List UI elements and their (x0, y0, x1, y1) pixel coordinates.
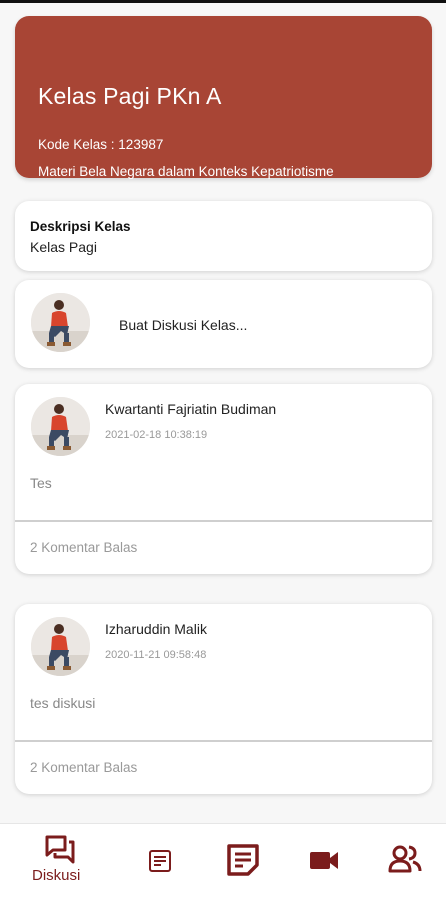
class-subject: Materi Bela Negara dalam Konteks Kepatri… (38, 164, 334, 179)
avatar (31, 397, 90, 456)
forum-icon (45, 835, 75, 864)
post-body: tes diskusi (30, 695, 96, 711)
nav-tab-assignments[interactable] (140, 824, 184, 900)
nav-tab-video[interactable] (304, 824, 348, 900)
nav-tab-notes[interactable] (222, 824, 266, 900)
assignment-icon (149, 850, 171, 872)
user-avatar-icon (31, 617, 90, 676)
post-date: 2020-11-21 09:58:48 (105, 649, 207, 661)
create-discussion-button[interactable]: Buat Diskusi Kelas... (15, 280, 432, 368)
class-code: Kode Kelas : 123987 (38, 137, 164, 152)
nav-tab-members[interactable] (384, 824, 434, 900)
nav-tab-discussion[interactable]: Diskusi (22, 824, 102, 900)
video-icon (310, 852, 338, 869)
user-avatar-icon (31, 293, 90, 352)
divider (15, 740, 432, 742)
notes-icon (227, 844, 259, 876)
class-description-card: Deskripsi Kelas Kelas Pagi (15, 201, 432, 271)
discussion-post[interactable]: Izharuddin Malik 2020-11-21 09:58:48 tes… (15, 604, 432, 794)
people-icon (388, 845, 422, 873)
post-date: 2021-02-18 10:38:19 (105, 429, 208, 441)
class-header-card: Kelas Pagi PKn A Kode Kelas : 123987 Mat… (15, 16, 432, 179)
bottom-navigation: Diskusi (0, 823, 446, 900)
avatar (31, 293, 90, 352)
user-avatar-icon (31, 397, 90, 456)
class-title: Kelas Pagi PKn A (38, 83, 222, 109)
post-body: Tes (30, 475, 52, 491)
divider (15, 520, 432, 522)
discussion-post[interactable]: Kwartanti Fajriatin Budiman 2021-02-18 1… (15, 384, 432, 574)
avatar (31, 617, 90, 676)
post-author: Izharuddin Malik (105, 621, 207, 637)
post-author: Kwartanti Fajriatin Budiman (105, 401, 277, 417)
reply-comments-link[interactable]: 2 Komentar Balas (30, 760, 137, 775)
description-title: Deskripsi Kelas (30, 219, 131, 234)
create-discussion-label: Buat Diskusi Kelas... (119, 317, 248, 333)
status-bar-edge (0, 0, 446, 3)
description-value: Kelas Pagi (30, 239, 97, 255)
reply-comments-link[interactable]: 2 Komentar Balas (30, 540, 137, 555)
nav-label-discussion: Diskusi (32, 867, 81, 884)
